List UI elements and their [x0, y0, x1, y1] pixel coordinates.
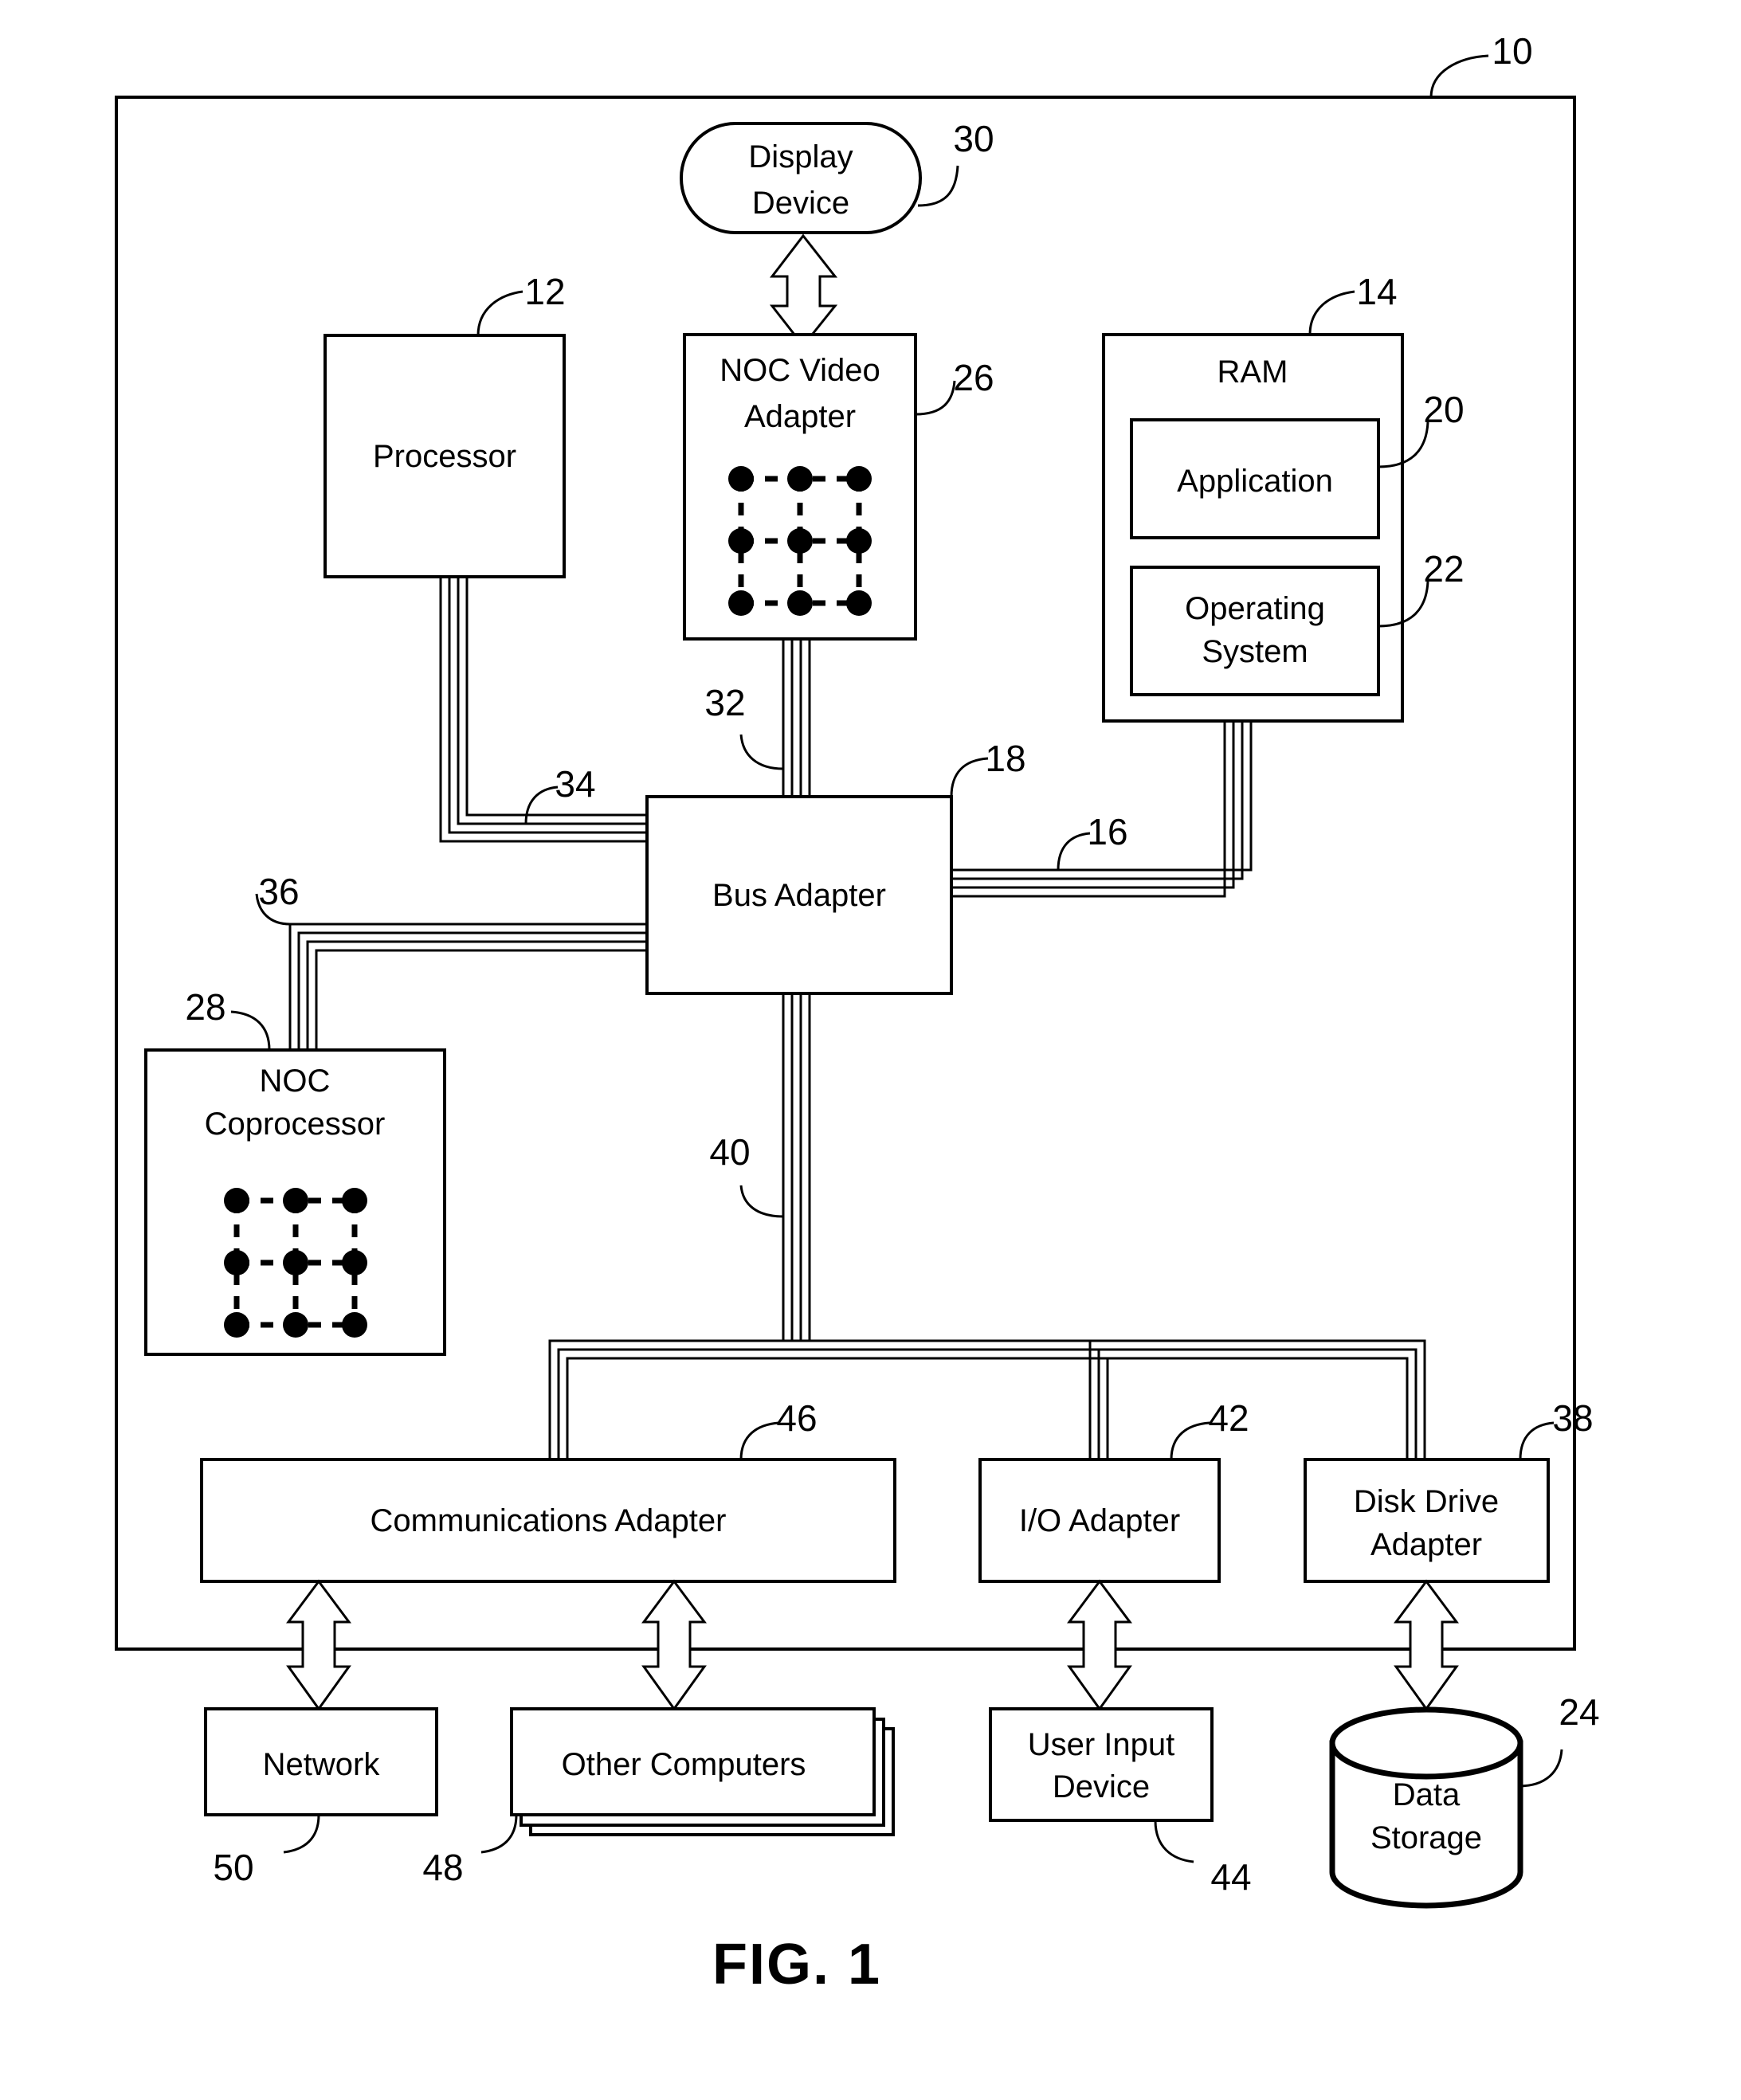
- other-computers-label: Other Computers: [562, 1747, 806, 1782]
- ref-leader-10: [1429, 54, 1489, 98]
- display-device-label-line2: Device: [752, 186, 849, 221]
- application-label: Application: [1177, 464, 1333, 499]
- ref-number-50: 50: [213, 1847, 253, 1888]
- operating-system-label-line2: System: [1202, 634, 1308, 669]
- data-storage-label-line1: Data: [1393, 1777, 1461, 1812]
- ref-number-28: 28: [185, 986, 225, 1028]
- operating-system-label-line1: Operating: [1185, 591, 1325, 626]
- ref-number-32: 32: [704, 682, 745, 723]
- processor-label: Processor: [373, 439, 516, 474]
- network-label: Network: [263, 1747, 381, 1782]
- ref-leader-44: [1154, 1820, 1194, 1863]
- ref-number-20: 20: [1423, 389, 1464, 430]
- display-device-label-line1: Display: [748, 139, 853, 174]
- ref-number-16: 16: [1087, 811, 1127, 852]
- figure-caption: FIG. 1: [712, 1933, 881, 1996]
- user-input-device-label-line1: User Input: [1028, 1727, 1175, 1762]
- disk-drive-adapter-box: [1304, 1458, 1550, 1583]
- ref-number-46: 46: [776, 1397, 817, 1439]
- disk-drive-adapter-label-line2: Adapter: [1370, 1527, 1482, 1562]
- ref-number-30: 30: [953, 118, 994, 159]
- patent-figure-svg: Display Device 30 NOC Video Adapter 26 P…: [115, 30, 1600, 1996]
- data-storage-label-line2: Storage: [1370, 1820, 1482, 1855]
- ref-leader-24: [1518, 1749, 1563, 1788]
- figure-canvas: Display Device 30 NOC Video Adapter 26 P…: [0, 0, 1741, 2100]
- ref-number-24: 24: [1559, 1691, 1599, 1733]
- ref-number-14: 14: [1356, 271, 1397, 312]
- ref-number-36: 36: [258, 871, 299, 912]
- ref-number-34: 34: [555, 763, 595, 805]
- ref-number-48: 48: [422, 1847, 463, 1888]
- ref-number-22: 22: [1423, 548, 1464, 590]
- user-input-device-label-line2: Device: [1053, 1769, 1150, 1804]
- disk-drive-adapter-label-line1: Disk Drive: [1354, 1484, 1499, 1519]
- ref-number-44: 44: [1210, 1856, 1251, 1898]
- ref-leader-50: [283, 1814, 320, 1854]
- operating-system-box: [1130, 566, 1380, 696]
- ref-number-26: 26: [953, 357, 994, 398]
- ref-number-18: 18: [985, 738, 1025, 779]
- ref-number-12: 12: [524, 271, 565, 312]
- io-adapter-label: I/O Adapter: [1019, 1503, 1180, 1538]
- ref-number-38: 38: [1552, 1397, 1593, 1439]
- noc-coprocessor-label-line2: Coprocessor: [205, 1107, 386, 1142]
- ram-label: RAM: [1218, 355, 1288, 390]
- ref-number-40: 40: [709, 1131, 750, 1173]
- communications-adapter-label: Communications Adapter: [371, 1503, 727, 1538]
- bus-adapter-label: Bus Adapter: [712, 878, 886, 913]
- noc-coprocessor-label-line1: NOC: [260, 1064, 331, 1099]
- ref-leader-48: [480, 1814, 518, 1854]
- ref-number-10: 10: [1492, 30, 1532, 72]
- noc-video-adapter-label-line1: NOC Video: [720, 353, 880, 388]
- noc-video-adapter-label-line2: Adapter: [744, 399, 856, 434]
- ref-number-42: 42: [1208, 1397, 1249, 1439]
